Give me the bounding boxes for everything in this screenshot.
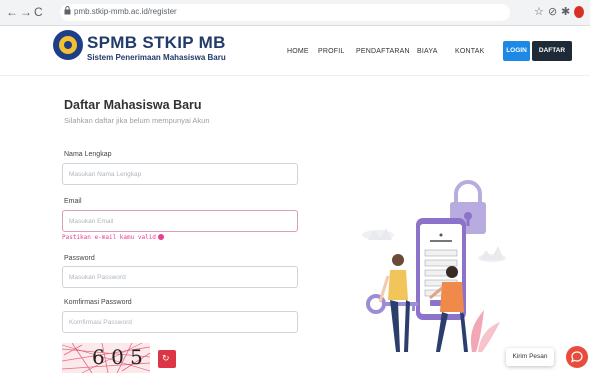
logo-core bbox=[64, 41, 72, 49]
daftar-button[interactable]: DAFTAR bbox=[532, 41, 572, 61]
email-error: Pastikan e-mail kamu valid bbox=[62, 234, 164, 242]
email-placeholder: Masukan Email bbox=[69, 218, 114, 225]
password-label: Password bbox=[64, 255, 95, 262]
register-illustration bbox=[362, 180, 506, 352]
konfirmasi-label: Komfirmasi Password bbox=[64, 299, 132, 306]
nama-input[interactable]: Masukan Nama Lengkap bbox=[62, 163, 298, 185]
nav-profil[interactable]: PROFIL bbox=[318, 47, 344, 56]
forward-icon[interactable]: → bbox=[20, 5, 32, 19]
email-error-text: Pastikan e-mail kamu valid bbox=[62, 234, 156, 241]
chat-icon bbox=[571, 351, 583, 363]
login-button[interactable]: LOGIN bbox=[503, 41, 530, 61]
captcha-image: 6 0 5 bbox=[62, 343, 150, 373]
reload-icon[interactable]: C bbox=[34, 5, 43, 19]
puzzle-icon[interactable]: ✱ bbox=[561, 5, 570, 19]
email-input[interactable]: Masukan Email bbox=[62, 210, 298, 232]
kirim-pesan-label[interactable]: Kirim Pesan bbox=[506, 348, 554, 366]
refresh-icon: ↻ bbox=[162, 353, 170, 363]
error-icon bbox=[157, 234, 164, 240]
form-subtitle: Silahkan daftar jika belum mempunyai Aku… bbox=[64, 116, 210, 125]
browser-toolbar: ← → C pmb.stkip-mmb.ac.id/register ☆ ⊘ ✱ bbox=[0, 0, 590, 26]
profile-icon[interactable] bbox=[574, 6, 584, 18]
email-label: Email bbox=[64, 198, 82, 205]
lock-icon bbox=[64, 6, 71, 15]
form-title: Daftar Mahasiswa Baru bbox=[64, 98, 202, 112]
password-placeholder: Masukan Password bbox=[69, 274, 126, 281]
back-icon[interactable]: ← bbox=[6, 5, 18, 19]
url-text: pmb.stkip-mmb.ac.id/register bbox=[74, 7, 177, 16]
nav-biaya[interactable]: BIAYA bbox=[417, 47, 438, 56]
password-input[interactable]: Masukan Password bbox=[62, 266, 298, 288]
nama-label: Nama Lengkap bbox=[64, 151, 112, 158]
chat-button[interactable] bbox=[566, 346, 588, 368]
brand-subtitle: Sistem Penerimaan Mahasiswa Baru bbox=[87, 53, 226, 62]
captcha-refresh-button[interactable]: ↻ bbox=[158, 350, 176, 368]
nama-placeholder: Masukan Nama Lengkap bbox=[69, 171, 142, 178]
extension-icon[interactable]: ⊘ bbox=[548, 5, 557, 19]
konfirmasi-input[interactable]: Komfirmasi Password bbox=[62, 311, 298, 333]
brand-title[interactable]: SPMB STKIP MB bbox=[87, 34, 226, 52]
captcha-text: 6 0 5 bbox=[92, 345, 143, 369]
star-icon[interactable]: ☆ bbox=[534, 5, 544, 19]
nav-kontak[interactable]: KONTAK bbox=[455, 47, 484, 56]
nav-home[interactable]: HOME bbox=[287, 47, 309, 56]
konfirmasi-placeholder: Komfirmasi Password bbox=[69, 319, 132, 326]
nav-pendaftaran[interactable]: PENDAFTARAN bbox=[356, 47, 410, 56]
